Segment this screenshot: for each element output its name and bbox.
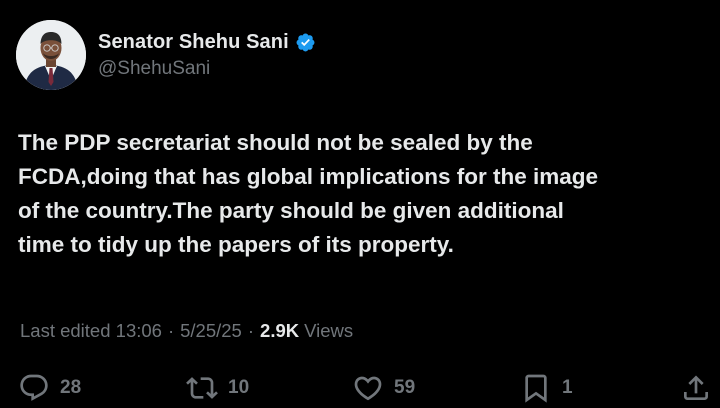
bookmark-icon [525,374,547,403]
repost-icon [186,377,218,399]
like-button[interactable]: 59 [352,372,415,404]
bookmark-button[interactable]: 1 [520,372,573,404]
name-row: Senator Shehu Sani [98,31,316,54]
separator-dot: · [167,320,175,341]
avatar[interactable] [16,20,86,90]
repost-count: 10 [228,377,250,398]
profile-photo-icon [16,20,86,90]
post-header: Senator Shehu Sani @ShehuSani [16,20,316,90]
heart-icon [354,376,382,401]
bookmark-count: 1 [562,377,573,398]
views-count: 2.9K [260,320,300,341]
share-button[interactable] [680,372,712,404]
reply-count: 28 [60,377,82,398]
reply-icon [20,374,48,401]
author-names: Senator Shehu Sani @ShehuSani [98,31,316,80]
repost-button[interactable]: 10 [186,372,249,404]
action-bar: 28 10 59 1 [0,372,720,406]
post-card: Senator Shehu Sani @ShehuSani The PDP se… [0,0,720,408]
post-time[interactable]: 13:06 [116,320,162,342]
reply-button[interactable]: 28 [18,372,81,404]
verified-badge-icon[interactable] [295,32,316,53]
post-meta: Last edited 13:06 · 5/25/25 · 2.9K Views [20,320,353,342]
display-name[interactable]: Senator Shehu Sani [98,31,289,54]
separator-dot: · [247,320,255,341]
like-count: 59 [394,377,416,398]
share-icon [684,375,708,400]
edited-prefix[interactable]: Last edited [20,320,111,342]
post-text: The PDP secretariat should not be sealed… [18,130,599,257]
post-date[interactable]: 5/25/25 [180,320,242,342]
views-label: Views [304,320,354,341]
author-handle[interactable]: @ShehuSani [98,58,316,80]
